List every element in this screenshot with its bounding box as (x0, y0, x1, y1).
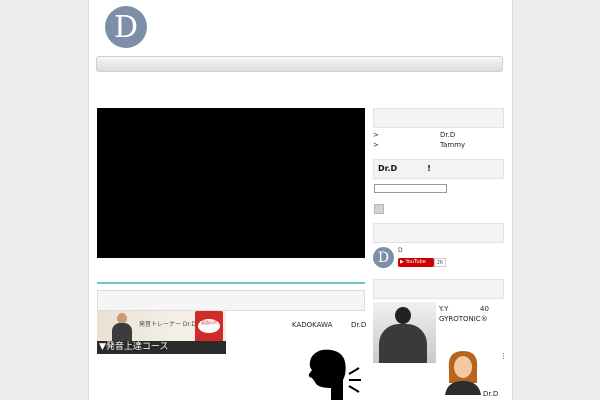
speaking-head-icon (308, 349, 361, 400)
sidebar-link-label: Dr.D (440, 131, 456, 139)
chevron-right-icon: > (373, 141, 379, 149)
newsletter-submit-button[interactable] (374, 204, 384, 214)
banner-caption: 発音トレーナー Dr.D (139, 321, 196, 328)
testimonial-signature: Dr.D (483, 390, 499, 398)
user-avatar-icon (445, 351, 481, 395)
author-label: Dr.D (351, 321, 367, 329)
avatar-letter: D (377, 249, 390, 266)
testimonial-age: 40 (480, 305, 489, 313)
sidebar-link-label: Tammy (440, 141, 466, 149)
newsletter-email-input[interactable] (374, 184, 447, 193)
banner-strip-text: ▼発音上達コース (97, 341, 226, 354)
divider (97, 282, 365, 284)
chevron-right-icon: > (373, 131, 379, 139)
youtube-widget-header (373, 223, 504, 243)
section-header-bar (97, 290, 365, 311)
channel-name: D (398, 247, 403, 254)
youtube-button-label: YouTube (405, 259, 426, 265)
testimonial-name: Y.Y (439, 305, 449, 313)
subscriber-count: 2K (434, 258, 446, 267)
book-title: 英語の声 (198, 319, 220, 333)
publisher-label: KADOKAWA (292, 321, 333, 329)
newsletter-title: Dr.D! (378, 164, 431, 173)
more-icon[interactable]: ⋮ (500, 352, 507, 360)
testimonial-widget-header (373, 279, 504, 299)
channel-avatar[interactable]: D (373, 247, 394, 268)
site-logo[interactable]: D (105, 6, 147, 48)
course-banner[interactable]: 発音トレーナー Dr.D 英語の声 ▼発音上達コース (97, 311, 226, 354)
nav-bar[interactable] (96, 56, 503, 72)
sidebar-widget-header (373, 108, 504, 128)
trainer-photo (111, 313, 133, 341)
logo-letter: D (113, 9, 139, 45)
newsletter-exclaim: ! (427, 164, 431, 173)
youtube-subscribe-button[interactable]: ▶ YouTube (398, 258, 434, 267)
video-player[interactable] (97, 108, 365, 258)
newsletter-title-text: Dr.D (378, 164, 398, 173)
testimonial-photo (373, 302, 436, 363)
testimonial-studio: GYROTONIC® (439, 315, 488, 323)
